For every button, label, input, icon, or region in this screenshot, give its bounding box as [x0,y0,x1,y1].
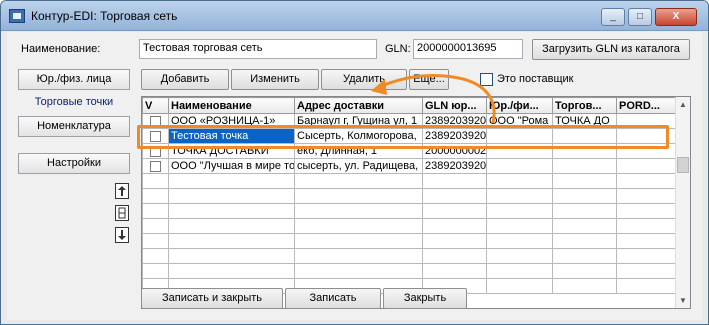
sidebar-item-settings[interactable]: Настройки [18,153,130,174]
sidebar-item-nomenclature[interactable]: Номенклатура [18,116,130,137]
row-trade[interactable] [552,143,617,159]
empty-row [142,173,677,189]
row-name[interactable]: ООО «РОЗНИЦА-1» [168,113,295,129]
row-checkbox[interactable] [142,113,169,129]
empty-row [142,263,677,279]
close-button[interactable]: Закрыть [383,288,467,309]
row-pord[interactable] [616,143,677,159]
row-checkbox[interactable] [142,143,169,159]
window: Контур-EDI: Торговая сеть _ □ X Наименов… [0,0,709,325]
row-pord[interactable] [616,113,677,129]
row-legal[interactable] [486,128,553,144]
row-gln[interactable]: 2000000002 [422,143,487,159]
more-button[interactable]: Еще... [409,69,449,90]
table-row-selected[interactable]: Тестовая точка Сысерть, Колмогорова, 238… [142,128,677,144]
table-row[interactable]: ТОЧКА ДОСТАВКИ екб, Длинная, 1 200000000… [142,143,677,159]
row-checkbox[interactable] [142,158,169,174]
delete-button[interactable]: Удалить [321,69,407,90]
row-trade[interactable]: ТОЧКА ДО [552,113,617,129]
sidebar-item-legal-entities[interactable]: Юр./физ. лица [18,69,130,90]
move-down-icon[interactable] [115,227,129,243]
title-bar: Контур-EDI: Торговая сеть _ □ X [1,1,708,31]
empty-row [142,188,677,204]
row-pord[interactable] [616,128,677,144]
vertical-scrollbar[interactable]: ▲ ▼ [675,97,690,308]
close-window-button[interactable]: X [655,8,697,26]
save-and-close-button[interactable]: Записать и закрыть [141,288,283,309]
row-gln[interactable]: 2389203920 [422,113,487,129]
column-header-pord[interactable]: PORD... [616,97,677,114]
column-header-legal[interactable]: Юр./фи... [486,97,553,114]
column-header-name[interactable]: Наименование [168,97,295,114]
save-button[interactable]: Записать [285,288,381,309]
column-header-v[interactable]: V [142,97,169,114]
column-header-gln[interactable]: GLN юр... [422,97,487,114]
row-gln[interactable]: 2389203920 [422,158,487,174]
row-address[interactable]: Барнаул г, Гущина ул, 1 [294,113,423,129]
empty-row [142,248,677,264]
maximize-button[interactable]: □ [628,8,652,26]
sidebar-item-trade-points[interactable]: Торговые точки [18,92,130,113]
edit-button[interactable]: Изменить [231,69,319,90]
name-label: Наименование: [21,43,101,55]
table-row[interactable]: ООО «РОЗНИЦА-1» Барнаул г, Гущина ул, 1 … [142,113,677,129]
move-up-icon[interactable] [115,183,129,199]
empty-row [142,203,677,219]
row-address[interactable]: екб, Длинная, 1 [294,143,423,159]
supplier-checkbox[interactable] [480,73,493,86]
empty-row [142,233,677,249]
row-name[interactable]: Тестовая точка [168,128,295,144]
row-pord[interactable] [616,158,677,174]
load-gln-button[interactable]: Загрузить GLN из каталога [532,39,690,60]
row-checkbox[interactable] [142,128,169,144]
row-address[interactable]: Сысерть, Колмогорова, [294,128,423,144]
app-icon [9,9,25,23]
scroll-down-icon[interactable]: ▼ [676,293,690,308]
name-field[interactable]: Тестовая торговая сеть [139,39,377,59]
row-address[interactable]: сысерть, ул. Радищева, [294,158,423,174]
column-header-trade[interactable]: Торгов... [552,97,617,114]
gln-label: GLN: [385,43,411,55]
column-header-address[interactable]: Адрес доставки [294,97,423,114]
gln-field[interactable]: 2000000013695 [413,39,523,59]
row-trade[interactable] [552,128,617,144]
table-header-row: V Наименование Адрес доставки GLN юр... … [142,97,677,114]
row-legal[interactable]: ООО "Рома [486,113,553,129]
scroll-up-icon[interactable]: ▲ [676,97,690,112]
window-title: Контур-EDI: Торговая сеть [31,9,178,23]
scroll-thumb[interactable] [677,157,689,173]
row-name[interactable]: ТОЧКА ДОСТАВКИ [168,143,295,159]
minimize-button[interactable]: _ [601,8,625,26]
row-gln[interactable]: 2389203920 [422,128,487,144]
add-button[interactable]: Добавить [141,69,229,90]
row-legal[interactable] [486,143,553,159]
table-row[interactable]: ООО "Лучшая в мире то сысерть, ул. Радищ… [142,158,677,174]
row-trade[interactable] [552,158,617,174]
supplier-label: Это поставщик [497,73,574,85]
client-area: Наименование: Тестовая торговая сеть GLN… [7,32,702,320]
split-icon[interactable] [115,205,129,221]
trade-points-table: V Наименование Адрес доставки GLN юр... … [141,96,691,309]
empty-row [142,218,677,234]
row-name[interactable]: ООО "Лучшая в мире то [168,158,295,174]
row-legal[interactable] [486,158,553,174]
